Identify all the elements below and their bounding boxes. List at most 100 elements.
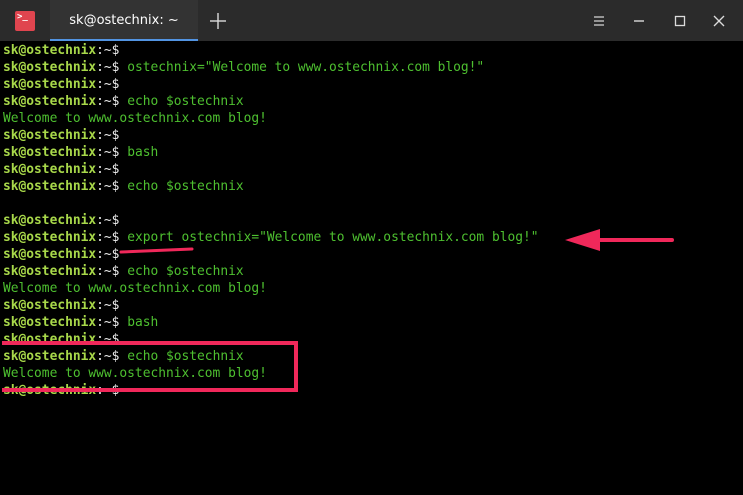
prompt-user: sk@ostechnix <box>3 43 97 58</box>
command-text: echo $ostechnix <box>119 94 244 109</box>
prompt-separator: : <box>96 298 104 313</box>
prompt-path: ~ <box>103 264 112 279</box>
plus-icon <box>210 13 226 29</box>
prompt-dollar: $ <box>111 43 120 58</box>
prompt-dollar: $ <box>111 332 120 347</box>
prompt-user: sk@ostechnix <box>3 264 97 279</box>
prompt-path: ~ <box>103 383 112 398</box>
new-tab-button[interactable] <box>206 9 230 33</box>
prompt-separator: : <box>96 383 104 398</box>
prompt-path: ~ <box>103 77 112 92</box>
prompt-line: sk@ostechnix:~$ echo $ostechnix <box>3 178 244 195</box>
prompt-user: sk@ostechnix <box>3 383 97 398</box>
command-text: ostechnix="Welcome to www.ostechnix.com … <box>119 60 485 75</box>
prompt-path: ~ <box>103 94 112 109</box>
prompt-line: sk@ostechnix:~$ <box>3 297 119 314</box>
prompt-path: ~ <box>103 145 112 160</box>
prompt-line: sk@ostechnix:~$ <box>3 42 119 59</box>
minimize-button[interactable] <box>630 12 648 30</box>
prompt-separator: : <box>96 315 104 330</box>
output-line: Welcome to www.ostechnix.com blog! <box>3 366 267 381</box>
prompt-separator: : <box>96 94 104 109</box>
prompt-path: ~ <box>103 162 112 177</box>
prompt-separator: : <box>96 43 104 58</box>
prompt-dollar: $ <box>111 298 120 313</box>
terminal-icon: >_ <box>15 11 35 31</box>
prompt-user: sk@ostechnix <box>3 145 97 160</box>
prompt-separator: : <box>96 179 104 194</box>
close-icon <box>713 15 725 27</box>
prompt-separator: : <box>96 349 104 364</box>
prompt-path: ~ <box>103 349 112 364</box>
prompt-line: sk@ostechnix:~$ export ostechnix="Welcom… <box>3 229 539 246</box>
prompt-dollar: $ <box>111 247 120 262</box>
prompt-path: ~ <box>103 128 112 143</box>
prompt-user: sk@ostechnix <box>3 77 97 92</box>
prompt-line: sk@ostechnix:~$ echo $ostechnix <box>3 93 244 110</box>
prompt-separator: : <box>96 60 104 75</box>
prompt-separator: : <box>96 162 104 177</box>
prompt-dollar: $ <box>111 383 120 398</box>
prompt-user: sk@ostechnix <box>3 298 97 313</box>
output-line: Welcome to www.ostechnix.com blog! <box>3 281 267 296</box>
prompt-line: sk@ostechnix:~$ <box>3 331 119 348</box>
hamburger-menu-icon <box>594 16 604 26</box>
tab-sk-ostechnix[interactable]: sk@ostechnix: ~ <box>50 0 198 41</box>
prompt-dollar: $ <box>111 77 120 92</box>
prompt-user: sk@ostechnix <box>3 247 97 262</box>
command-text: echo $ostechnix <box>119 349 244 364</box>
prompt-separator: : <box>96 230 104 245</box>
prompt-separator: : <box>96 213 104 228</box>
terminal-output[interactable]: sk@ostechnix:~$ sk@ostechnix:~$ ostechnix… <box>0 41 743 495</box>
prompt-line: sk@ostechnix:~$ <box>3 382 119 399</box>
prompt-line: sk@ostechnix:~$ <box>3 212 119 229</box>
command-text: bash <box>119 315 159 330</box>
prompt-line: sk@ostechnix:~$ ostechnix="Welcome to ww… <box>3 59 484 76</box>
prompt-path: ~ <box>103 213 112 228</box>
minimize-icon <box>634 20 644 22</box>
prompt-path: ~ <box>103 43 112 58</box>
prompt-line: sk@ostechnix:~$ <box>3 246 119 263</box>
command-text: echo $ostechnix <box>119 264 244 279</box>
prompt-path: ~ <box>103 298 112 313</box>
output-line: Welcome to www.ostechnix.com blog! <box>3 111 267 126</box>
prompt-separator: : <box>96 247 104 262</box>
command-text: echo $ostechnix <box>119 179 244 194</box>
prompt-user: sk@ostechnix <box>3 60 97 75</box>
prompt-user: sk@ostechnix <box>3 213 97 228</box>
prompt-separator: : <box>96 77 104 92</box>
prompt-line: sk@ostechnix:~$ echo $ostechnix <box>3 263 244 280</box>
prompt-dollar: $ <box>111 128 120 143</box>
terminal-window: >_ sk@ostechnix: ~ sk@ostechnix:~$ sk@os… <box>0 0 743 495</box>
menu-button[interactable] <box>590 12 608 30</box>
command-text: export ostechnix="Welcome to www.ostechn… <box>119 230 539 245</box>
prompt-user: sk@ostechnix <box>3 94 97 109</box>
prompt-line: sk@ostechnix:~$ echo $ostechnix <box>3 348 244 365</box>
prompt-user: sk@ostechnix <box>3 349 97 364</box>
maximize-icon <box>674 15 686 27</box>
command-text: bash <box>119 145 159 160</box>
prompt-user: sk@ostechnix <box>3 162 97 177</box>
prompt-path: ~ <box>103 179 112 194</box>
prompt-separator: : <box>96 264 104 279</box>
prompt-separator: : <box>96 332 104 347</box>
prompt-user: sk@ostechnix <box>3 230 97 245</box>
prompt-path: ~ <box>103 60 112 75</box>
prompt-line: sk@ostechnix:~$ bash <box>3 314 158 331</box>
prompt-dollar: $ <box>111 213 120 228</box>
maximize-button[interactable] <box>671 12 689 30</box>
prompt-line: sk@ostechnix:~$ <box>3 76 119 93</box>
close-button[interactable] <box>710 12 728 30</box>
prompt-user: sk@ostechnix <box>3 315 97 330</box>
prompt-line: sk@ostechnix:~$ <box>3 161 119 178</box>
prompt-path: ~ <box>103 332 112 347</box>
prompt-path: ~ <box>103 315 112 330</box>
prompt-user: sk@ostechnix <box>3 128 97 143</box>
prompt-line: sk@ostechnix:~$ bash <box>3 144 158 161</box>
prompt-separator: : <box>96 145 104 160</box>
prompt-user: sk@ostechnix <box>3 179 97 194</box>
prompt-path: ~ <box>103 230 112 245</box>
prompt-path: ~ <box>103 247 112 262</box>
prompt-dollar: $ <box>111 162 120 177</box>
prompt-separator: : <box>96 128 104 143</box>
